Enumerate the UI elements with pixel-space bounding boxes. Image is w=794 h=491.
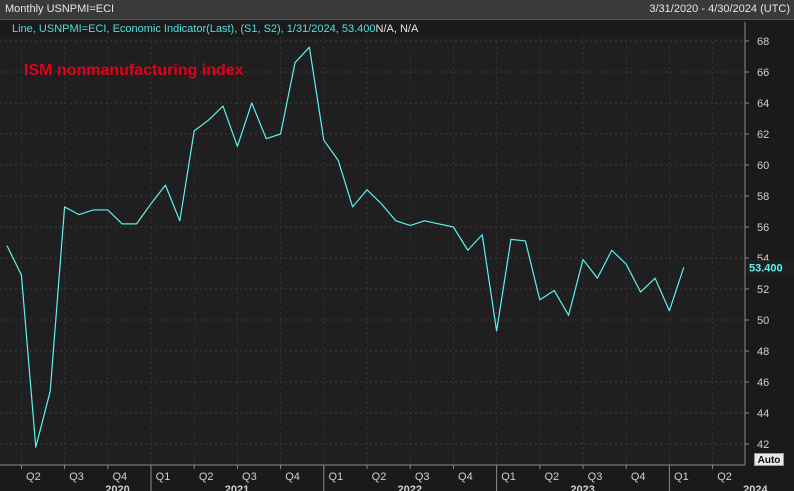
x-quarter-label: Q2 [544, 471, 559, 483]
data-point [538, 298, 541, 301]
data-point [222, 105, 225, 108]
x-quarter-label: Q1 [156, 471, 171, 483]
data-point [207, 119, 210, 122]
plot-background [0, 37, 745, 465]
y-tick-label: 42 [757, 439, 769, 451]
data-point [394, 219, 397, 222]
x-axis: Q2 Q3 Q4 Q1 Q2 Q3 Q4 Q1 Q2 Q3 Q4 Q1 Q2 Q3 Q4 Q1 Q2 2020 20… [0, 464, 769, 491]
grid-lines [0, 37, 745, 465]
x-year-label: 2020 [105, 484, 129, 491]
y-tick-label: 66 [757, 67, 769, 79]
x-year-label: 2022 [398, 484, 422, 491]
x-year-label: 2021 [225, 484, 249, 491]
data-point [78, 213, 81, 216]
data-point [409, 224, 412, 227]
x-quarter-label: Q3 [588, 471, 603, 483]
y-tick-label: 58 [757, 191, 769, 203]
data-point [337, 159, 340, 162]
data-point [567, 314, 570, 317]
x-quarter-label: Q1 [328, 471, 343, 483]
data-point [294, 61, 297, 64]
y-tick-label: 68 [757, 36, 769, 48]
data-point [135, 222, 138, 225]
x-quarter-label: Q4 [631, 471, 646, 483]
x-quarter-label: Q1 [501, 471, 516, 483]
data-point [438, 222, 441, 225]
y-tick-label: 44 [757, 408, 769, 420]
data-point [308, 46, 311, 49]
data-point [193, 129, 196, 132]
data-point [495, 329, 498, 332]
data-point [582, 258, 585, 261]
y-tick-label: 60 [757, 160, 769, 172]
data-point [452, 226, 455, 229]
x-year-label: 2023 [570, 484, 594, 491]
x-quarter-label: Q1 [674, 471, 689, 483]
y-tick-label: 56 [757, 222, 769, 234]
auto-scale-button[interactable]: Auto [754, 453, 784, 466]
y-tick-label: 62 [757, 129, 769, 141]
data-point [121, 222, 124, 225]
data-point [250, 102, 253, 105]
y-tick-label: 52 [757, 284, 769, 296]
last-value-label: 53.400 [749, 262, 783, 274]
data-point [164, 184, 167, 187]
data-point [178, 219, 181, 222]
data-point [481, 233, 484, 236]
data-point [6, 244, 9, 247]
data-point [524, 239, 527, 242]
y-axis: 4244464850525456586062646668 [744, 22, 769, 465]
data-point [553, 289, 556, 292]
x-quarter-label: Q2 [26, 471, 41, 483]
x-quarter-label: Q4 [458, 471, 473, 483]
data-point [668, 309, 671, 312]
x-quarter-label: Q3 [242, 471, 257, 483]
data-point [20, 274, 23, 277]
chart-annotation: ISM nonmanufacturing index [24, 62, 244, 79]
data-point [63, 205, 66, 208]
data-point [423, 219, 426, 222]
y-tick-label: 64 [757, 98, 769, 110]
data-point [380, 202, 383, 205]
x-quarter-label: Q2 [372, 471, 387, 483]
data-point [596, 277, 599, 280]
data-point [92, 208, 95, 211]
data-point [654, 277, 657, 280]
x-quarter-label: Q3 [415, 471, 430, 483]
data-point [49, 390, 52, 393]
y-tick-label: 48 [757, 346, 769, 358]
data-point [279, 133, 282, 136]
data-point [682, 266, 685, 269]
x-quarter-label: Q3 [69, 471, 84, 483]
x-quarter-label: Q2 [717, 471, 732, 483]
data-point [466, 249, 469, 252]
data-point [639, 291, 642, 294]
x-year-label: 2024 [743, 484, 768, 491]
data-point [150, 202, 153, 205]
x-quarter-label: Q2 [199, 471, 214, 483]
data-point [265, 137, 268, 140]
data-point [625, 263, 628, 266]
x-quarter-label: Q4 [112, 471, 127, 483]
data-point [236, 145, 239, 148]
data-point [34, 446, 37, 449]
y-tick-label: 46 [757, 377, 769, 389]
data-point [610, 249, 613, 252]
data-point [322, 139, 325, 142]
data-point [106, 208, 109, 211]
data-point [510, 238, 513, 241]
data-point [351, 205, 354, 208]
x-quarter-label: Q4 [285, 471, 300, 483]
y-tick-label: 50 [757, 315, 769, 327]
data-point [366, 188, 369, 191]
